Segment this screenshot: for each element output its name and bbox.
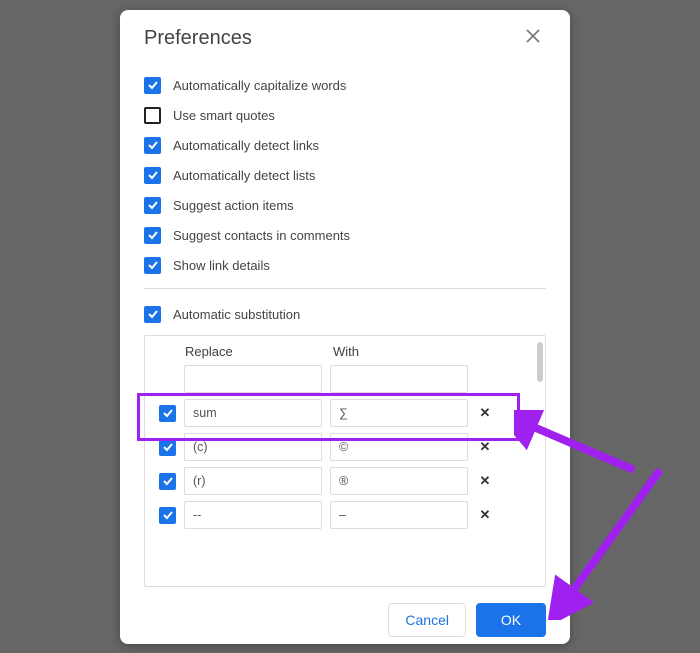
- delete-row-icon[interactable]: ✕: [474, 473, 496, 489]
- delete-row-icon[interactable]: ✕: [474, 439, 496, 455]
- option-checkbox[interactable]: [144, 167, 161, 184]
- preferences-dialog: Preferences Automatically capitalize wor…: [120, 10, 570, 644]
- option-row: Suggest action items: [144, 190, 546, 220]
- option-row: Automatically detect links: [144, 130, 546, 160]
- option-row: Automatically capitalize words: [144, 70, 546, 100]
- option-label: Use smart quotes: [173, 108, 275, 123]
- with-input[interactable]: [330, 433, 468, 461]
- substitution-row: ✕: [159, 467, 511, 495]
- option-checkbox[interactable]: [144, 257, 161, 274]
- with-header: With: [333, 344, 473, 359]
- substitution-table: Replace With ✕ ✕ ✕ ✕: [144, 335, 546, 587]
- auto-substitution-checkbox[interactable]: [144, 306, 161, 323]
- close-icon[interactable]: [520, 25, 546, 52]
- replace-input[interactable]: [184, 399, 322, 427]
- replace-input[interactable]: [184, 365, 322, 393]
- scrollbar-thumb[interactable]: [537, 342, 543, 382]
- with-input[interactable]: [330, 501, 468, 529]
- dialog-title: Preferences: [144, 27, 252, 50]
- substitution-row: ✕: [159, 433, 511, 461]
- substitution-checkbox[interactable]: [159, 507, 176, 524]
- option-label: Automatically detect links: [173, 138, 319, 153]
- option-label: Show link details: [173, 258, 270, 273]
- auto-substitution-label: Automatic substitution: [173, 307, 300, 322]
- option-row: Suggest contacts in comments: [144, 220, 546, 250]
- auto-substitution-option: Automatic substitution: [144, 299, 546, 329]
- substitution-header: Replace With: [159, 344, 511, 359]
- replace-input[interactable]: [184, 501, 322, 529]
- with-input[interactable]: [330, 365, 468, 393]
- option-row: Use smart quotes: [144, 100, 546, 130]
- options-list: Automatically capitalize words Use smart …: [144, 70, 546, 280]
- option-checkbox[interactable]: [144, 77, 161, 94]
- cancel-button[interactable]: Cancel: [388, 603, 466, 637]
- replace-input[interactable]: [184, 467, 322, 495]
- button-bar: Cancel OK: [144, 603, 546, 637]
- replace-input[interactable]: [184, 433, 322, 461]
- substitution-row: ✕: [159, 399, 511, 427]
- option-label: Suggest contacts in comments: [173, 228, 350, 243]
- option-label: Automatically capitalize words: [173, 78, 346, 93]
- delete-row-icon[interactable]: ✕: [474, 405, 496, 421]
- with-input[interactable]: [330, 467, 468, 495]
- substitution-row: ✕: [159, 501, 511, 529]
- option-checkbox[interactable]: [144, 137, 161, 154]
- option-row: Automatically detect lists: [144, 160, 546, 190]
- option-checkbox[interactable]: [144, 227, 161, 244]
- option-checkbox[interactable]: [144, 107, 161, 124]
- with-input[interactable]: [330, 399, 468, 427]
- option-label: Suggest action items: [173, 198, 294, 213]
- option-checkbox[interactable]: [144, 197, 161, 214]
- option-row: Show link details: [144, 250, 546, 280]
- replace-header: Replace: [185, 344, 325, 359]
- divider: [144, 288, 546, 289]
- delete-row-icon[interactable]: ✕: [474, 507, 496, 523]
- dialog-titlebar: Preferences: [144, 10, 546, 66]
- substitution-checkbox[interactable]: [159, 473, 176, 490]
- substitution-checkbox[interactable]: [159, 405, 176, 422]
- option-label: Automatically detect lists: [173, 168, 315, 183]
- substitution-row-blank: [159, 365, 511, 393]
- ok-button[interactable]: OK: [476, 603, 546, 637]
- substitution-checkbox[interactable]: [159, 439, 176, 456]
